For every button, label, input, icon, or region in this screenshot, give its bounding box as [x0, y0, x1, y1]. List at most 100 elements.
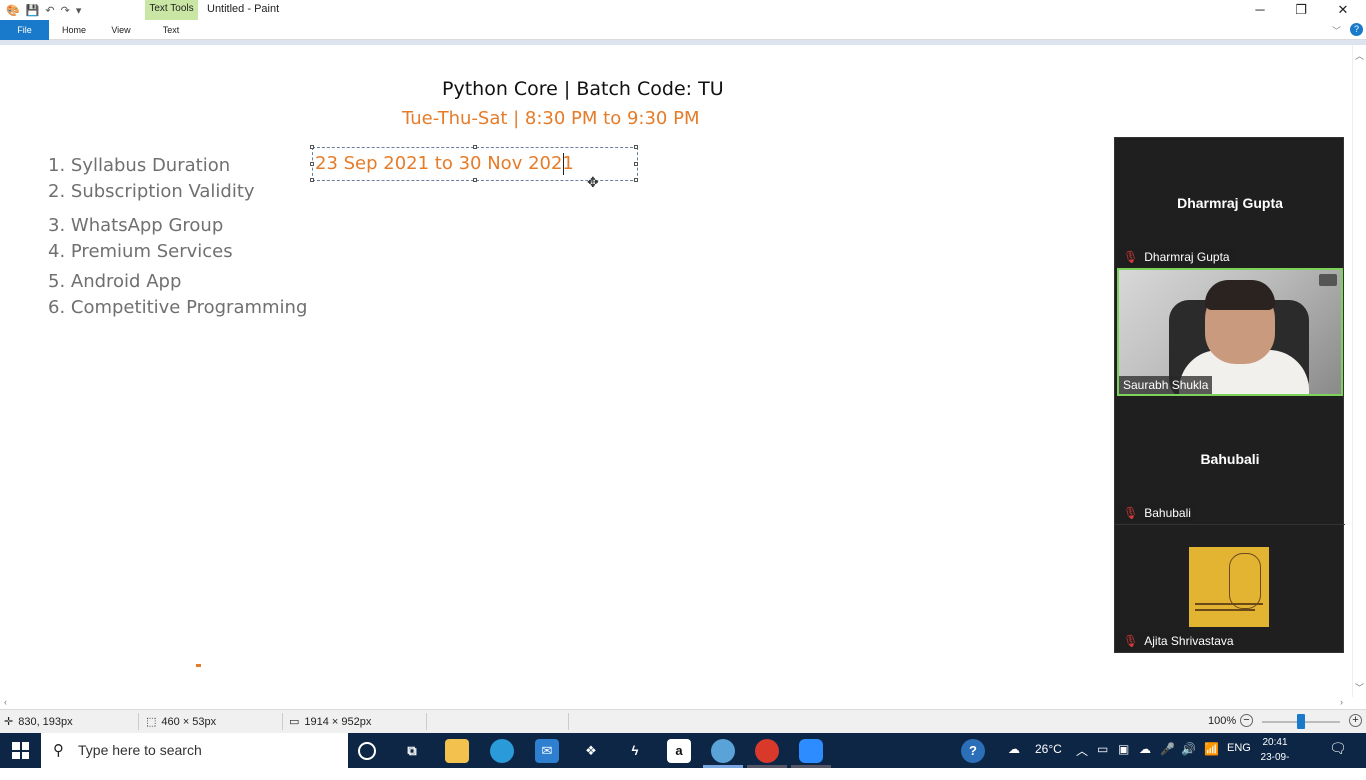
participant-label: Saurabh Shukla	[1119, 376, 1213, 394]
status-divider	[568, 713, 569, 730]
help-icon[interactable]: ?	[1350, 23, 1363, 36]
list-item: 6. Competitive Programming	[48, 297, 308, 318]
participant-label-text: Dharmraj Gupta	[1144, 250, 1230, 264]
edge-browser-icon[interactable]	[490, 739, 514, 763]
clock-time: 20:41	[1262, 737, 1288, 748]
active-speaker-video[interactable]: Saurabh Shukla	[1117, 268, 1343, 396]
avatar-caption-line	[1195, 603, 1263, 605]
avatar-caption-line	[1195, 609, 1255, 611]
microphone-icon[interactable]: 🎤	[1160, 742, 1175, 756]
dropbox-icon[interactable]: ❖	[579, 739, 603, 763]
close-button[interactable]: ✕	[1320, 0, 1366, 20]
mic-muted-icon: 🎙	[1123, 506, 1139, 520]
cortana-icon[interactable]	[358, 742, 376, 760]
resize-handle[interactable]	[310, 162, 314, 166]
canvas-heading: Python Core | Batch Code: TU	[442, 78, 724, 100]
tab-view[interactable]: View	[102, 20, 140, 40]
wifi-icon[interactable]: 📶	[1204, 742, 1219, 756]
resize-handle[interactable]	[634, 145, 638, 149]
system-clock[interactable]: 20:41 23-09-2021	[1252, 735, 1298, 780]
undo-icon[interactable]: ↶	[45, 4, 54, 17]
participant-label-text: Saurabh Shukla	[1123, 378, 1209, 392]
notifications-icon[interactable]: 🗨	[1329, 740, 1347, 757]
textbox-text[interactable]: 23 Sep 2021 to 30 Nov 2021	[315, 153, 574, 174]
participant-label: 🎙 Ajita Shrivastava	[1119, 632, 1238, 650]
battery-icon[interactable]: ▭	[1097, 742, 1108, 756]
paint-app-icon[interactable]: 🎨	[6, 4, 20, 17]
clock-date: 23-09-2021	[1260, 752, 1290, 778]
zoom-out-icon[interactable]: −	[1240, 714, 1253, 727]
zoom-slider-thumb[interactable]	[1297, 714, 1305, 729]
cursor-position: ✛ 830, 193px	[4, 715, 73, 729]
app-icon[interactable]: ϟ	[623, 739, 647, 763]
tab-home[interactable]: Home	[54, 20, 94, 40]
canvas-size: ▭ 1914 × 952px	[289, 715, 372, 729]
scroll-down-icon[interactable]: ﹀	[1355, 681, 1364, 694]
ribbon-tabs: File Home View Text ﹀ ?	[0, 20, 1366, 40]
list-item: 1. Syllabus Duration	[48, 155, 231, 176]
status-divider	[282, 713, 283, 730]
resize-handle[interactable]	[634, 162, 638, 166]
windows-start-icon[interactable]	[12, 742, 29, 759]
selection-size-text: 460 × 53px	[161, 715, 217, 728]
search-placeholder: Type here to search	[78, 742, 202, 758]
ganesha-figure	[1229, 553, 1261, 609]
resize-handle[interactable]	[473, 178, 477, 182]
taskbar-search-input[interactable]: ⚲ Type here to search	[41, 733, 348, 768]
resize-handle[interactable]	[634, 178, 638, 182]
participant-label: 🎙 Bahubali	[1119, 504, 1195, 522]
meet-now-icon[interactable]: ▣	[1118, 742, 1129, 756]
language-indicator[interactable]: ENG	[1227, 742, 1251, 754]
resize-handle[interactable]	[473, 145, 477, 149]
redo-icon[interactable]: ↷	[61, 4, 70, 17]
task-view-icon[interactable]: ⧉	[400, 739, 424, 763]
cursor-position-text: 830, 193px	[18, 715, 73, 728]
mic-muted-icon: 🎙	[1123, 250, 1139, 264]
horizontal-scrollbar[interactable]: ‹ ›	[0, 697, 1352, 709]
status-divider	[138, 713, 139, 730]
resize-handle[interactable]	[310, 178, 314, 182]
tile-separator	[1115, 524, 1345, 525]
help-tray-icon[interactable]: ?	[961, 739, 985, 763]
window-title: Untitled - Paint	[207, 3, 280, 15]
text-caret	[563, 153, 564, 175]
camera-icon[interactable]	[1319, 274, 1337, 286]
participant-name: Dharmraj Gupta	[1177, 195, 1283, 211]
show-hidden-icons[interactable]: ︿	[1076, 742, 1088, 759]
list-item: 4. Premium Services	[48, 241, 233, 262]
mail-icon[interactable]: ✉	[535, 739, 559, 763]
save-icon[interactable]: 💾	[26, 4, 40, 17]
tab-file[interactable]: File	[0, 20, 49, 40]
minimize-button[interactable]: ─	[1237, 0, 1283, 20]
zoom-app-icon[interactable]	[799, 739, 823, 763]
chrome-icon[interactable]	[755, 739, 779, 763]
ribbon-collapse-icon[interactable]: ﹀	[1332, 24, 1341, 37]
text-tools-context-label: Text Tools	[145, 0, 198, 20]
participant-label-text: Ajita Shrivastava	[1144, 634, 1234, 648]
participant-label: 🎙 Dharmraj Gupta	[1119, 248, 1234, 266]
vertical-scrollbar[interactable]: ︿ ﹀	[1352, 45, 1366, 697]
scroll-up-icon[interactable]: ︿	[1355, 49, 1364, 62]
zoom-in-icon[interactable]: +	[1349, 714, 1362, 727]
maximize-button[interactable]: ❐	[1278, 0, 1324, 20]
participant-name: Bahubali	[1200, 451, 1260, 467]
paint-taskbar-icon[interactable]	[711, 739, 735, 763]
customize-dropdown-icon[interactable]: ▾	[76, 4, 82, 17]
tab-text[interactable]: Text	[148, 20, 194, 40]
title-bar: 🎨 💾 ↶ ↷ ▾ Text Tools Untitled - Paint ─ …	[0, 0, 1366, 20]
file-explorer-icon[interactable]	[445, 739, 469, 763]
scroll-right-icon[interactable]: ›	[1340, 697, 1343, 707]
amazon-icon[interactable]: a	[667, 739, 691, 763]
onedrive-icon[interactable]: ☁	[1139, 742, 1151, 756]
scroll-left-icon[interactable]: ‹	[4, 697, 7, 707]
mic-muted-icon: 🎙	[1123, 634, 1139, 648]
weather-icon[interactable]: ☁	[1008, 742, 1020, 756]
resize-handle[interactable]	[310, 145, 314, 149]
volume-icon[interactable]: 🔊	[1181, 742, 1196, 756]
weather-temp[interactable]: 26°C	[1035, 742, 1062, 756]
status-divider	[426, 713, 427, 730]
canvas-size-text: 1914 × 952px	[304, 715, 372, 728]
cursor-position-icon: ✛	[4, 716, 14, 728]
canvas-subheading: Tue-Thu-Sat | 8:30 PM to 9:30 PM	[402, 108, 700, 129]
quick-access-toolbar: 🎨 💾 ↶ ↷ ▾	[0, 2, 81, 18]
